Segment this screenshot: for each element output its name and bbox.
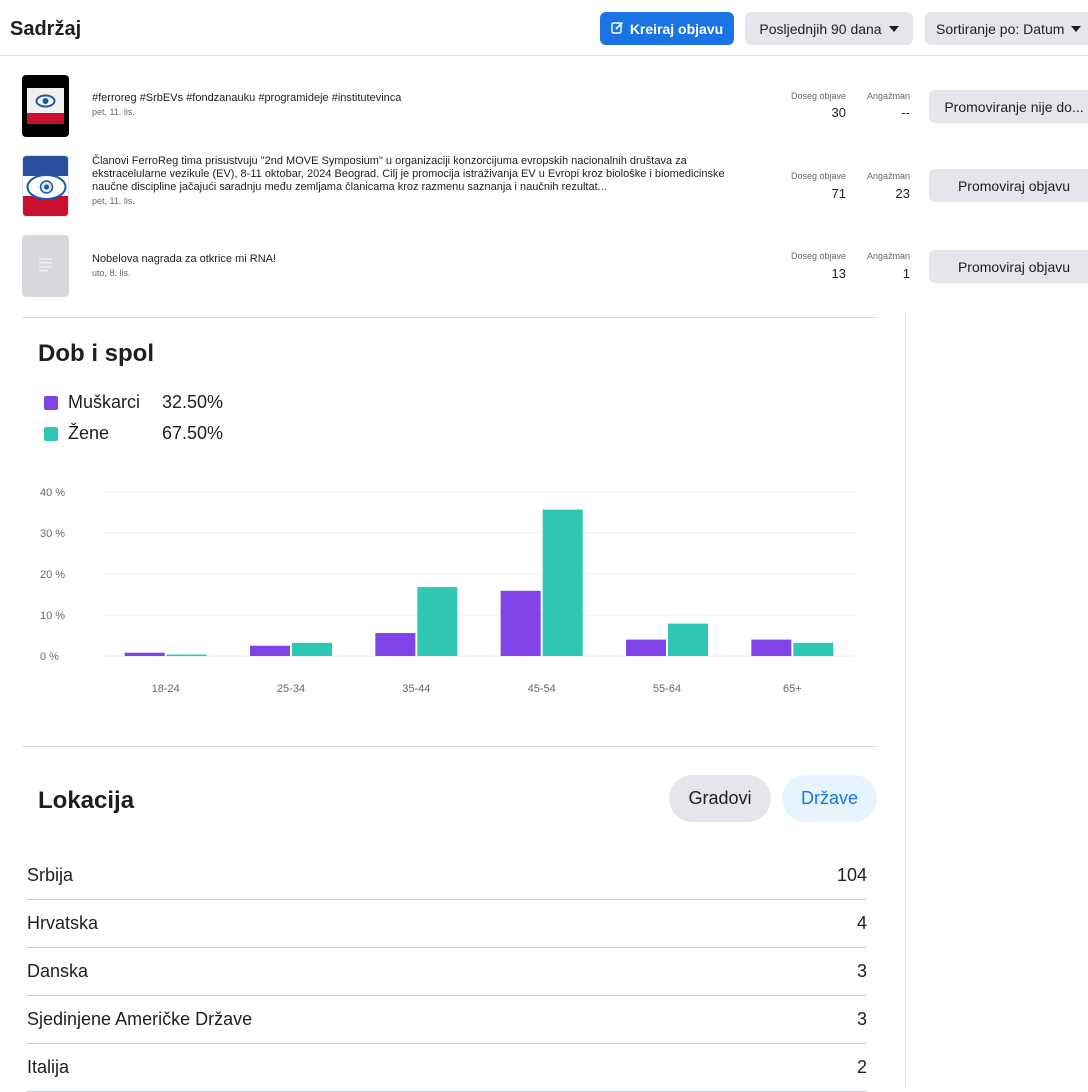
x-tick-label: 25-34 xyxy=(277,683,305,695)
demographics-title: Dob i spol xyxy=(38,340,154,367)
y-tick-label: 20 % xyxy=(40,569,65,581)
post-thumbnail[interactable] xyxy=(22,235,69,297)
post-item[interactable]: Nobelova nagrada za otkrice mi RNA! uto,… xyxy=(92,253,762,280)
location-count: 3 xyxy=(856,1009,867,1029)
bar-men xyxy=(250,645,290,656)
section-divider xyxy=(22,746,877,747)
location-row: Sjedinjene Američke Države 3 xyxy=(27,996,867,1044)
women-swatch xyxy=(44,426,58,441)
sort-dropdown[interactable]: Sortiranje po: Datum xyxy=(925,12,1088,45)
bar-women xyxy=(542,509,583,656)
sort-label: Sortiranje po: Datum xyxy=(936,20,1065,37)
tab-countries[interactable]: Države xyxy=(782,775,877,822)
post-thumbnail[interactable] xyxy=(22,155,69,217)
engagement-value: 1 xyxy=(902,266,910,281)
post-text: Nobelova nagrada za otkrice mi RNA! xyxy=(92,253,277,265)
date-range-label: Posljednjih 90 dana xyxy=(759,20,882,37)
reach-label: Doseg objave xyxy=(790,91,846,101)
post-thumbnail[interactable] xyxy=(22,75,69,137)
location-count: 2 xyxy=(856,1057,867,1077)
location-row: Italija 2 xyxy=(27,1044,867,1092)
location-title: Lokacija xyxy=(38,787,135,814)
legend-value: 32.50% xyxy=(162,392,224,412)
reach-value: 30 xyxy=(831,105,846,120)
promote-button[interactable]: Promoviranje nije do... xyxy=(929,90,1088,123)
y-tick-label: 30 % xyxy=(40,528,65,540)
y-tick-label: 10 % xyxy=(40,610,65,622)
create-post-button[interactable]: Kreiraj objavu xyxy=(600,12,734,45)
bar-women xyxy=(793,642,834,656)
bar-women xyxy=(668,623,708,656)
location-count: 4 xyxy=(856,913,867,933)
caret-down-icon xyxy=(888,25,899,32)
bar-women xyxy=(292,642,332,656)
tab-cities[interactable]: Gradovi xyxy=(669,775,771,822)
text-post-icon xyxy=(39,258,52,272)
location-name: Hrvatska xyxy=(27,913,99,933)
age-gender-chart: 0 % 10 % 20 % 30 % 40 % 18-24 25-34 35-44 45-54 5… xyxy=(40,487,855,695)
bar-men xyxy=(500,590,541,656)
x-tick-label: 65+ xyxy=(783,683,802,695)
location-name: Italija xyxy=(27,1057,70,1077)
engagement-label: Angažman xyxy=(866,171,910,181)
location-count: 104 xyxy=(836,865,867,885)
legend-item-men: Muškarci 32.50% xyxy=(44,392,223,413)
reach-label: Doseg objave xyxy=(790,171,846,181)
location-name: Srbija xyxy=(27,865,74,885)
legend-label: Žene xyxy=(68,423,110,443)
men-swatch xyxy=(44,395,58,410)
date-range-dropdown[interactable]: Posljednjih 90 dana xyxy=(745,12,913,45)
location-count: 3 xyxy=(856,961,867,981)
bar-women xyxy=(166,654,207,656)
promote-button[interactable]: Promoviraj objavu xyxy=(929,169,1088,202)
legend-label: Muškarci xyxy=(68,392,141,412)
create-post-label: Kreiraj objavu xyxy=(629,20,724,37)
post-date: pet, 11. lis. xyxy=(92,107,135,117)
post-text: Članovi FerroReg tima prisustvuju "2nd M… xyxy=(92,155,725,193)
post-item[interactable]: #ferroreg #SrbEVs #fondzanauku #programi… xyxy=(92,92,762,119)
x-tick-label: 45-54 xyxy=(528,683,556,695)
engagement-label: Angažman xyxy=(866,251,910,261)
bar-women xyxy=(417,587,458,656)
legend-item-women: Žene 67.50% xyxy=(44,423,223,444)
y-tick-label: 0 % xyxy=(40,651,59,663)
bar-men xyxy=(626,639,666,656)
bar-men xyxy=(751,639,792,656)
post-date: uto, 8. lis. xyxy=(92,268,131,278)
post-date: pet, 11. lis. xyxy=(92,196,135,206)
x-tick-label: 35-44 xyxy=(402,683,430,695)
section-divider xyxy=(22,317,877,318)
bar-men xyxy=(375,633,416,656)
location-row: Danska 3 xyxy=(27,948,867,996)
location-name: Sjedinjene Američke Države xyxy=(27,1009,253,1029)
engagement-value: 23 xyxy=(895,186,910,201)
post-item[interactable]: Članovi FerroReg tima prisustvuju "2nd M… xyxy=(92,155,762,208)
edit-icon xyxy=(611,21,624,37)
reach-label: Doseg objave xyxy=(790,251,846,261)
header-divider xyxy=(0,55,1088,56)
location-name: Danska xyxy=(27,961,89,981)
x-tick-label: 18-24 xyxy=(152,683,180,695)
x-tick-label: 55-64 xyxy=(653,683,681,695)
engagement-value: -- xyxy=(901,105,910,120)
caret-down-icon xyxy=(1071,25,1082,32)
location-row: Hrvatska 4 xyxy=(27,900,867,948)
reach-value: 71 xyxy=(831,186,846,201)
promote-button[interactable]: Promoviraj objavu xyxy=(929,250,1088,283)
post-text: #ferroreg #SrbEVs #fondzanauku #programi… xyxy=(92,92,402,104)
column-divider xyxy=(905,312,906,1088)
bar-men xyxy=(124,652,165,656)
page-title: Sadržaj xyxy=(10,18,82,40)
engagement-label: Angažman xyxy=(866,91,910,101)
location-row: Srbija 104 xyxy=(27,852,867,900)
y-tick-label: 40 % xyxy=(40,487,65,499)
legend-value: 67.50% xyxy=(162,423,224,443)
reach-value: 13 xyxy=(831,266,846,281)
